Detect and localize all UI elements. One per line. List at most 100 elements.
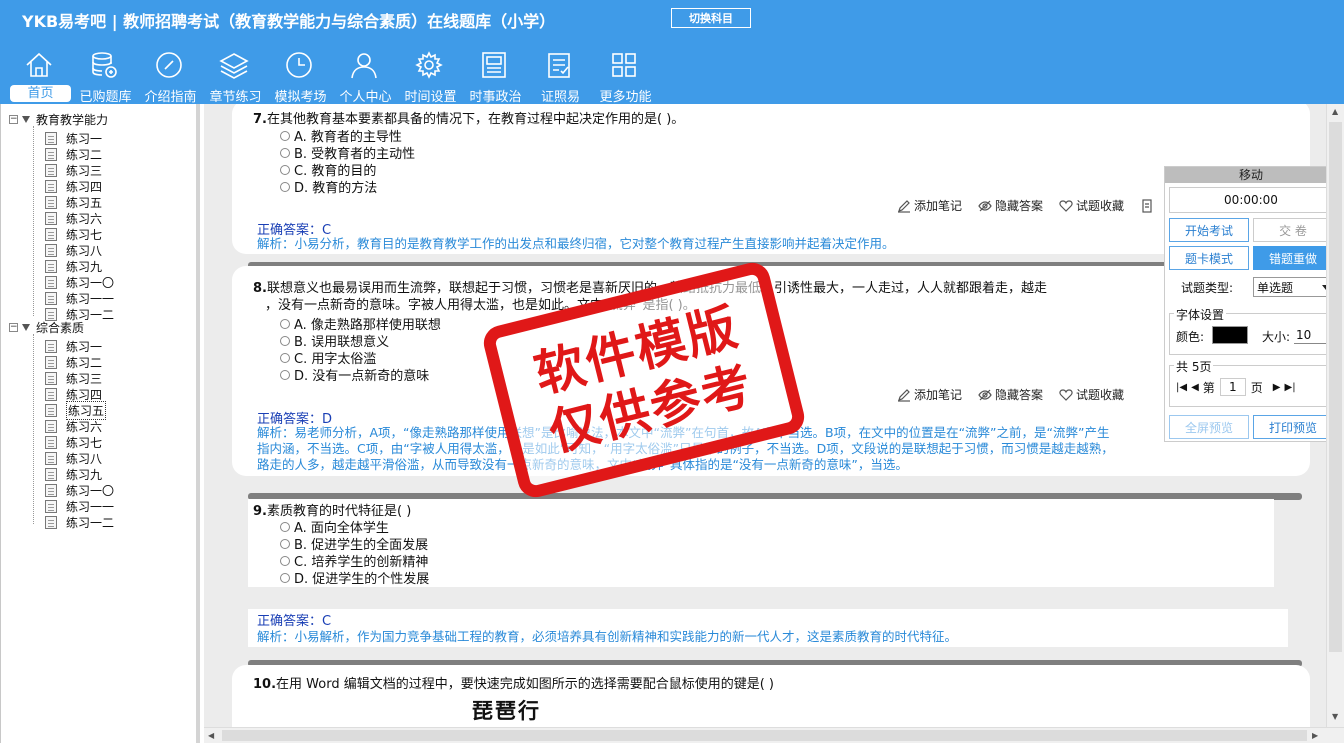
tree-item[interactable]: 练习九	[45, 466, 102, 482]
scroll-down-icon[interactable]: ▼	[1332, 712, 1338, 721]
page-suffix: 页	[1250, 380, 1263, 395]
radio-button[interactable]	[280, 369, 290, 380]
nav-time-settings[interactable]: 时间设置	[398, 46, 463, 105]
scroll-thumb[interactable]	[222, 730, 1307, 741]
first-page-icon[interactable]: |◀	[1176, 382, 1187, 393]
collapse-icon[interactable]: −	[9, 114, 18, 124]
document-icon	[45, 211, 57, 225]
font-size-input[interactable]: 10	[1294, 326, 1328, 344]
tree-item[interactable]: 练习六	[45, 418, 102, 434]
tree-item[interactable]: 练习三	[45, 370, 102, 386]
favorite-button[interactable]: 试题收藏	[1059, 386, 1124, 403]
collapse-icon[interactable]: −	[9, 322, 18, 332]
question-stem: 10.在用 Word 编辑文档的过程中，要快速完成如图所示的选择需要配合鼠标使用…	[253, 677, 774, 692]
hide-answer-button[interactable]: 隐藏答案	[978, 197, 1043, 214]
eye-off-icon	[978, 200, 992, 211]
tree-item-label: 练习一一	[66, 499, 115, 514]
tree-item[interactable]: 练习二	[45, 146, 102, 162]
tree-item[interactable]: 练习二	[45, 354, 102, 370]
nav-license[interactable]: 证照易	[528, 46, 593, 105]
tree-item[interactable]: 练习一〇	[45, 482, 114, 498]
hide-answer-button[interactable]: 隐藏答案	[978, 386, 1043, 403]
question-type-label: 试题类型:	[1181, 281, 1234, 295]
wrong-redo-button[interactable]: 错题重做	[1253, 246, 1333, 270]
tree-item[interactable]: 练习一	[45, 130, 102, 146]
move-handle[interactable]: 移动	[1165, 167, 1337, 183]
answer-block-9: 正确答案：C 解析：小易解析，作为国力竞争基础工程的教育，必须培养具有创新精神和…	[248, 609, 1288, 647]
tree-item[interactable]: 练习一	[45, 338, 102, 354]
tree-item[interactable]: 练习八	[45, 450, 102, 466]
submit-button[interactable]: 交 卷	[1253, 218, 1333, 242]
nav-mock[interactable]: 模拟考场	[268, 46, 333, 105]
tree-item[interactable]: 练习七	[45, 226, 102, 242]
document-icon	[45, 515, 57, 529]
nav-more[interactable]: 更多功能	[593, 46, 658, 105]
radio-button[interactable]	[280, 538, 290, 549]
switch-subject-button[interactable]: 切换科目	[671, 8, 751, 28]
option-d[interactable]: D. 没有一点新奇的意味	[280, 365, 429, 384]
nav-chapter[interactable]: 章节练习	[203, 46, 268, 105]
tree-item[interactable]: 练习一〇	[45, 274, 114, 290]
radio-button[interactable]	[280, 318, 290, 329]
nav-chapter-label: 章节练习	[209, 90, 262, 105]
horizontal-scrollbar[interactable]: ◀ ▶	[204, 727, 1344, 743]
tree-item[interactable]: 练习七	[45, 434, 102, 450]
note-list-icon[interactable]	[1140, 197, 1157, 214]
document-icon	[45, 163, 57, 177]
nav-guide[interactable]: 介绍指南	[138, 46, 203, 105]
radio-button[interactable]	[280, 164, 290, 175]
gear-icon	[415, 51, 443, 79]
pagination-legend: 共 5页	[1174, 358, 1214, 375]
add-note-button[interactable]: 添加笔记	[897, 386, 962, 403]
radio-button[interactable]	[280, 147, 290, 158]
favorite-button[interactable]: 试题收藏	[1059, 197, 1124, 214]
radio-button[interactable]	[280, 521, 290, 532]
option-d[interactable]: D. 促进学生的个性发展	[280, 568, 429, 587]
fullscreen-preview-button[interactable]: 全屏预览	[1169, 415, 1249, 439]
tree-item[interactable]: 练习一一	[45, 498, 114, 514]
question-card-7: 7.在其他教育基本要素都具备的情况下，在教育过程中起决定作用的是( )。 A. …	[232, 104, 1310, 254]
tree-item[interactable]: 练习三	[45, 162, 102, 178]
card-mode-button[interactable]: 题卡模式	[1169, 246, 1249, 270]
tree-item[interactable]: 练习九	[45, 258, 102, 274]
option-d[interactable]: D. 教育的方法	[280, 177, 377, 196]
tree-item[interactable]: 练习五	[45, 400, 107, 420]
scroll-left-icon[interactable]: ◀	[208, 731, 214, 740]
radio-button[interactable]	[280, 335, 290, 346]
tree-item[interactable]: 练习一二	[45, 514, 114, 530]
document-icon	[45, 435, 57, 449]
radio-button[interactable]	[280, 352, 290, 363]
nav-profile[interactable]: 个人中心	[333, 46, 398, 105]
radio-button[interactable]	[280, 555, 290, 566]
print-preview-button[interactable]: 打印预览	[1253, 415, 1333, 439]
radio-button[interactable]	[280, 130, 290, 141]
nav-home[interactable]: 首页	[8, 46, 73, 104]
tree-item[interactable]: 练习六	[45, 210, 102, 226]
app-title: YKB易考吧 | 教师招聘考试（教育教学能力与综合素质）在线题库（小学）	[22, 12, 556, 31]
document-icon	[45, 451, 57, 465]
start-exam-button[interactable]: 开始考试	[1169, 218, 1249, 242]
vertical-scrollbar[interactable]: ▲ ▼	[1326, 104, 1344, 727]
nav-purchased[interactable]: 已购题库	[73, 46, 138, 105]
tree-item[interactable]: 练习八	[45, 242, 102, 258]
tree-item[interactable]: 练习五	[45, 194, 102, 210]
prev-page-icon[interactable]: ◀	[1191, 382, 1199, 393]
next-page-icon[interactable]: ▶	[1273, 382, 1281, 393]
page-input[interactable]: 1	[1219, 378, 1246, 396]
tree-group-quality[interactable]: − 综合素质	[9, 319, 84, 335]
scroll-thumb[interactable]	[1329, 122, 1342, 652]
radio-button[interactable]	[280, 572, 290, 583]
color-picker[interactable]	[1212, 326, 1248, 344]
scroll-right-icon[interactable]: ▶	[1312, 731, 1318, 740]
tree-item[interactable]: 练习一一	[45, 290, 114, 306]
font-settings: 字体设置 颜色: 大小: 10	[1169, 306, 1333, 355]
add-note-button[interactable]: 添加笔记	[897, 197, 962, 214]
radio-button[interactable]	[280, 181, 290, 192]
question-type-select[interactable]: 单选题	[1253, 277, 1335, 297]
nav-politics[interactable]: 时事政治	[463, 46, 528, 105]
scroll-up-icon[interactable]: ▲	[1332, 107, 1338, 116]
tree-group-teaching[interactable]: − 教育教学能力	[9, 111, 108, 127]
tree-item[interactable]: 练习四	[45, 178, 102, 194]
tree-group-label: 教育教学能力	[36, 112, 109, 127]
last-page-icon[interactable]: ▶|	[1285, 382, 1296, 393]
